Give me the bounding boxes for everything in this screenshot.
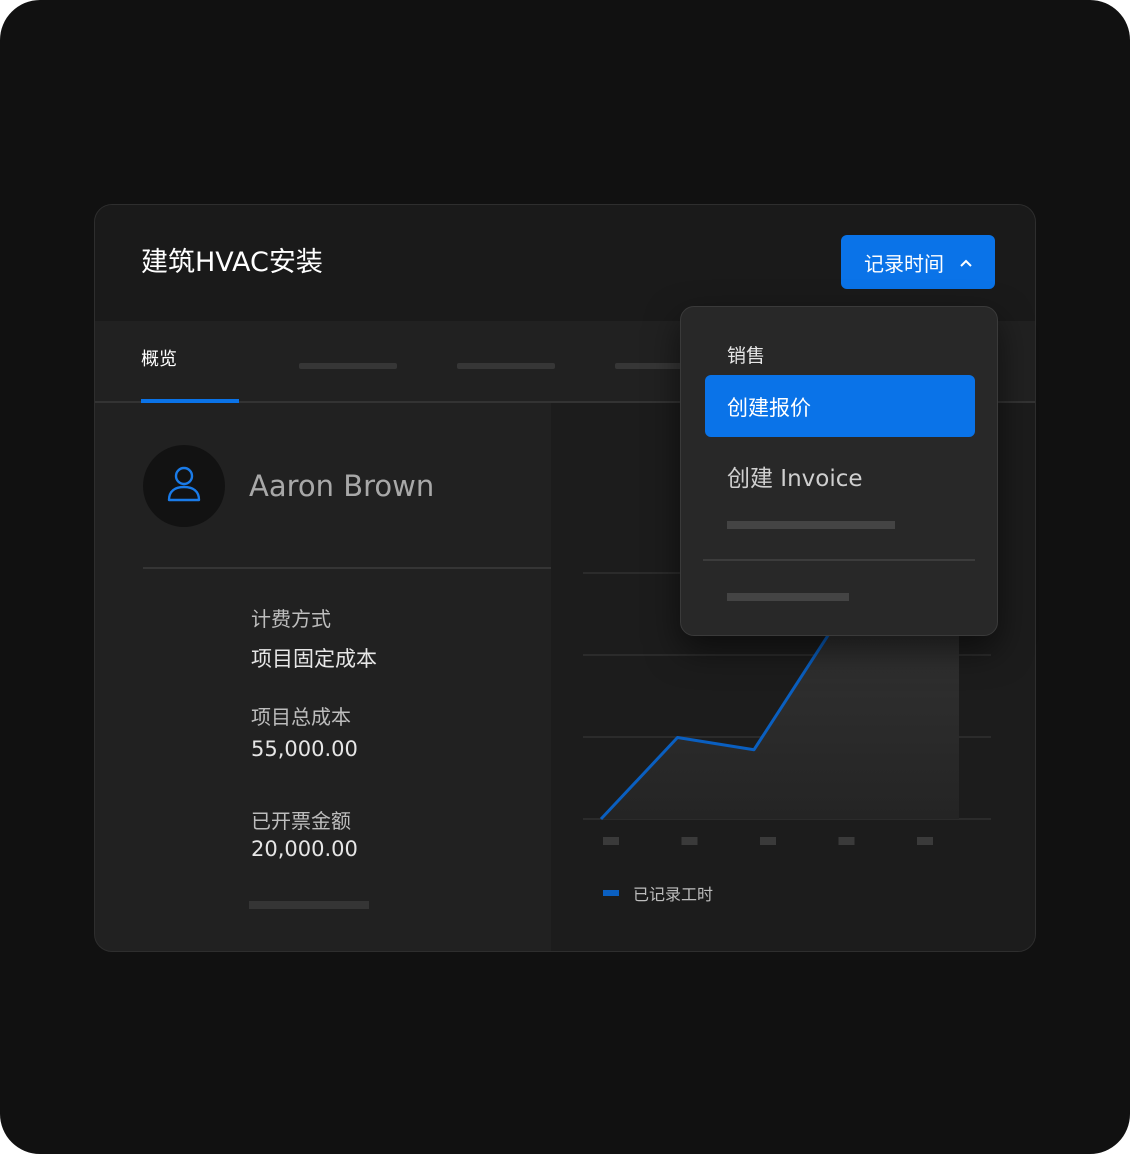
log-time-button-label: 记录时间 (864, 251, 944, 276)
chart-legend: 已记录工时 (603, 881, 713, 905)
menu-section-header-sales: 销售 (727, 345, 766, 367)
legend-swatch (603, 890, 619, 896)
menu-item-create-quote[interactable]: 创建报价 (705, 375, 975, 437)
x-tick-placeholder (760, 837, 776, 845)
client-name: Aaron Brown (249, 469, 435, 503)
invoiced-amount-value: 20,000.00 (251, 837, 358, 861)
card-header: 建筑HVAC安装 记录时间 (95, 205, 1035, 321)
menu-item-placeholder[interactable] (727, 593, 849, 601)
user-icon (166, 465, 202, 507)
text-placeholder (249, 901, 369, 909)
menu-item-label: 创建报价 (727, 396, 811, 420)
legend-label: 已记录工时 (633, 885, 714, 904)
x-tick-placeholder (838, 837, 855, 845)
total-cost-label: 项目总成本 (251, 705, 351, 729)
divider (143, 567, 551, 569)
tab-placeholder[interactable] (457, 363, 555, 369)
invoiced-amount-label: 已开票金额 (251, 809, 351, 833)
avatar (143, 445, 225, 527)
tab-overview[interactable]: 概览 (141, 345, 177, 371)
menu-item-placeholder[interactable] (727, 521, 895, 529)
details-panel: Aaron Brown 计费方式 项目固定成本 项目总成本 55,000.00 … (95, 403, 551, 951)
background-frame: 建筑HVAC安装 记录时间 概览 Aaron Brown 计费方式 项目固定成本… (0, 0, 1130, 1154)
x-tick-placeholder (917, 837, 933, 845)
x-tick-placeholder (603, 837, 619, 845)
x-tick-placeholder (681, 837, 698, 845)
log-time-dropdown-menu: 销售 创建报价 创建 Invoice (680, 306, 998, 636)
project-title: 建筑HVAC安装 (141, 247, 323, 278)
menu-divider (703, 559, 975, 561)
chevron-up-icon (960, 255, 972, 271)
tab-placeholder[interactable] (299, 363, 397, 369)
total-cost-value: 55,000.00 (251, 737, 358, 761)
menu-item-create-invoice[interactable]: 创建 Invoice (727, 459, 863, 493)
billing-method-value: 项目固定成本 (251, 647, 377, 671)
billing-method-label: 计费方式 (251, 607, 331, 631)
log-time-button[interactable]: 记录时间 (841, 235, 995, 289)
